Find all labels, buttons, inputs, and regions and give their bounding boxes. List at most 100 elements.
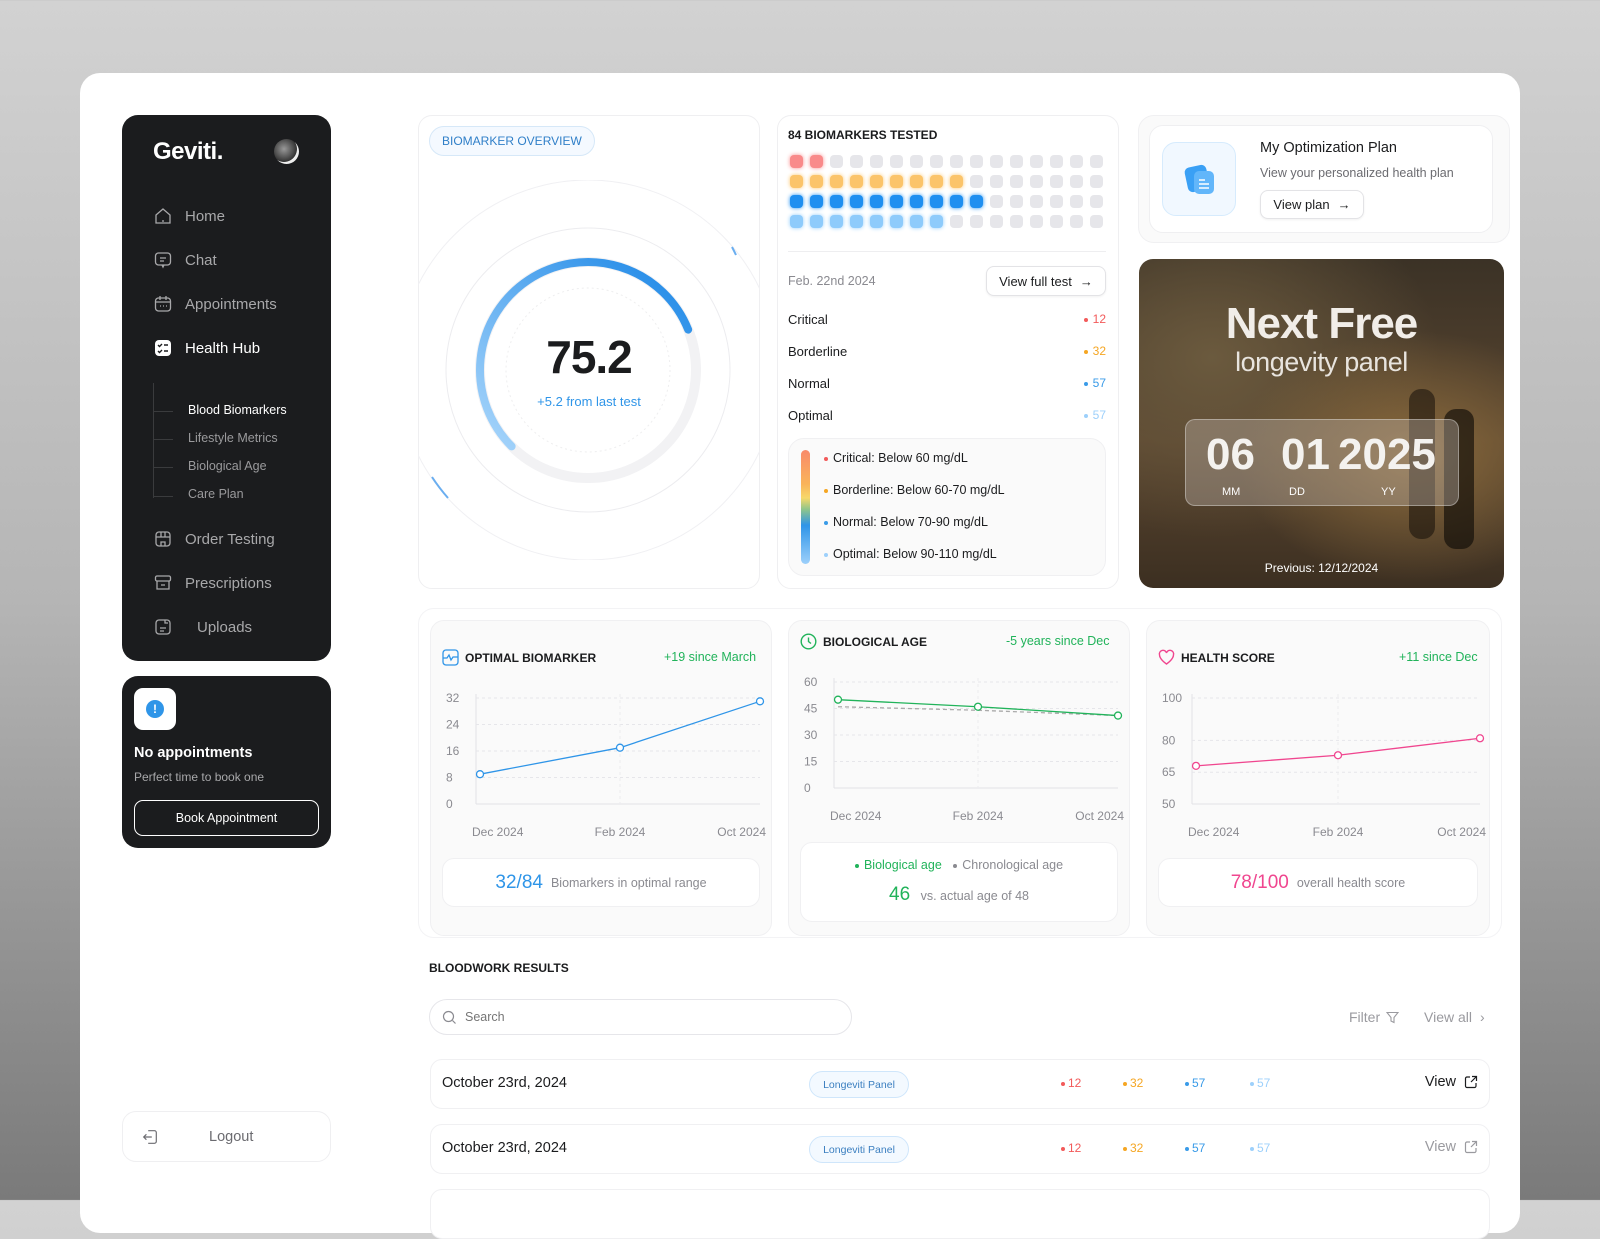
tree-line [153, 383, 154, 498]
data-point [1475, 734, 1485, 743]
view-result-button[interactable]: View [1425, 1139, 1478, 1155]
biological-age-title: BIOLOGICAL AGE [800, 633, 927, 650]
y-tick-label: 8 [446, 771, 453, 785]
biomarker-dot [950, 195, 963, 208]
health-delta: +11 since Dec [1399, 650, 1478, 664]
view-result-button[interactable]: View [1425, 1074, 1478, 1090]
biomarker-dot [970, 215, 983, 228]
biomarker-dot [1010, 195, 1023, 208]
year-label: YY [1381, 486, 1396, 498]
table-row[interactable]: October 23rd, 2024 Longeviti Panel 12 32 57 5… [430, 1059, 1490, 1109]
biomarker-dot [930, 175, 943, 188]
search-field[interactable] [429, 999, 852, 1035]
date-day: 01 [1281, 430, 1330, 479]
subnav-blood-biomarkers[interactable]: Blood Biomarkers [188, 403, 287, 417]
view-plan-label: View plan [1273, 197, 1330, 212]
tree-branch [153, 411, 173, 412]
arrow-right-icon: → [1337, 197, 1351, 212]
avatar[interactable] [274, 139, 299, 164]
sidebar-item-health-hub[interactable]: Health Hub [153, 338, 260, 358]
data-point [1113, 711, 1123, 720]
x-tick-label: Feb 2024 [595, 825, 646, 839]
view-full-test-button[interactable]: View full test → [986, 266, 1106, 296]
biomarker-dot [830, 215, 843, 228]
biomarker-dot [950, 215, 963, 228]
optimal-caption: Biomarkers in optimal range [550, 875, 707, 890]
optimal-summary: 32/84 Biomarkers in optimal range [442, 858, 760, 907]
y-tick-label: 80 [1162, 733, 1176, 747]
logout-button[interactable]: Logout [122, 1111, 331, 1162]
documents-icon [1184, 164, 1214, 194]
legend-text: Critical: Below 60 mg/dL [833, 451, 968, 465]
sidebar-item-chat[interactable]: Chat [153, 250, 217, 270]
count-borderline: 32 [1123, 1141, 1143, 1155]
biomarker-dot [830, 155, 843, 168]
search-input[interactable] [465, 1010, 825, 1024]
biomarker-dot [870, 155, 883, 168]
promo-title: Next Free [1225, 299, 1419, 348]
subnav-care-plan[interactable]: Care Plan [188, 487, 244, 501]
biomarker-dot [830, 175, 843, 188]
biomarker-dot [910, 175, 923, 188]
biomarker-dot [1090, 155, 1103, 168]
y-tick-label: 24 [446, 718, 460, 732]
table-row[interactable] [430, 1189, 1490, 1239]
month-label: MM [1222, 486, 1241, 498]
biomarker-dot [910, 155, 923, 168]
view-plan-button[interactable]: View plan → [1260, 190, 1364, 219]
external-link-icon [1464, 1140, 1478, 1154]
biomarker-dot [1070, 195, 1083, 208]
info-icon: ! [146, 700, 164, 718]
logout-label: Logout [209, 1128, 254, 1145]
subnav-lifestyle-metrics[interactable]: Lifestyle Metrics [188, 431, 278, 445]
card-title-text: BIOLOGICAL AGE [823, 634, 928, 649]
y-tick-label: 45 [804, 702, 818, 716]
external-link-icon [1464, 1075, 1478, 1089]
count-value: 12 [1068, 1141, 1082, 1155]
tested-title: 84 BIOMARKERS TESTED [788, 128, 938, 142]
y-tick-label: 16 [446, 744, 460, 758]
arrow-right-icon: → [1079, 273, 1093, 289]
plan-subtitle: View your personalized health plan [1260, 166, 1454, 180]
view-all-link[interactable]: View all › [1424, 1009, 1485, 1025]
legend-chronological-age: Chronological age [962, 858, 1064, 872]
longevity-panel-promo[interactable]: Next Free longevity panel 06 01 2025 MM … [1139, 259, 1504, 588]
date-month: 06 [1206, 430, 1255, 479]
status-count-critical: 12 [1040, 312, 1106, 326]
heart-icon [1158, 649, 1175, 665]
book-appointment-button[interactable]: Book Appointment [134, 800, 319, 836]
table-row[interactable]: October 23rd, 2024 Longeviti Panel 12 32 57 5… [430, 1124, 1490, 1174]
x-tick-label: Dec 2024 [830, 809, 882, 823]
biomarker-dot [850, 195, 863, 208]
biomarker-dot [990, 215, 1003, 228]
subnav-biological-age[interactable]: Biological Age [188, 459, 267, 473]
tree-branch [153, 467, 173, 468]
biomarker-dot [870, 195, 883, 208]
count-borderline: 32 [1123, 1076, 1143, 1090]
sidebar-item-order-testing[interactable]: Order Testing [153, 529, 275, 549]
biomarker-dot [1030, 155, 1043, 168]
sidebar-item-uploads[interactable]: Uploads [153, 617, 252, 637]
sidebar-item-prescriptions[interactable]: Prescriptions [153, 573, 272, 593]
home-icon [155, 208, 171, 224]
info-badge: ! [134, 688, 176, 730]
count-value: 57 [1192, 1076, 1206, 1090]
biomarker-dot [970, 155, 983, 168]
data-point [973, 702, 983, 711]
sidebar-item-home[interactable]: Home [153, 206, 225, 226]
legend-row: Optimal: Below 90-110 mg/dL [824, 547, 997, 561]
sidebar-item-label: Prescriptions [185, 574, 272, 592]
biomarker-dot [850, 175, 863, 188]
biomarker-dot [1090, 215, 1103, 228]
appointments-subtitle: Perfect time to book one [134, 770, 265, 784]
pulse-icon [442, 649, 459, 666]
biomarker-dot [1010, 175, 1023, 188]
legend-biological-age: Biological age [863, 858, 942, 872]
row-date: October 23rd, 2024 [442, 1075, 567, 1091]
sidebar-item-label: Order Testing [185, 530, 275, 548]
chat-icon [154, 252, 172, 269]
y-tick-label: 100 [1162, 691, 1182, 705]
filter-button[interactable]: Filter [1349, 1009, 1400, 1025]
sidebar-item-appointments[interactable]: Appointments [153, 294, 277, 314]
count-value: 57 [1257, 1141, 1271, 1155]
